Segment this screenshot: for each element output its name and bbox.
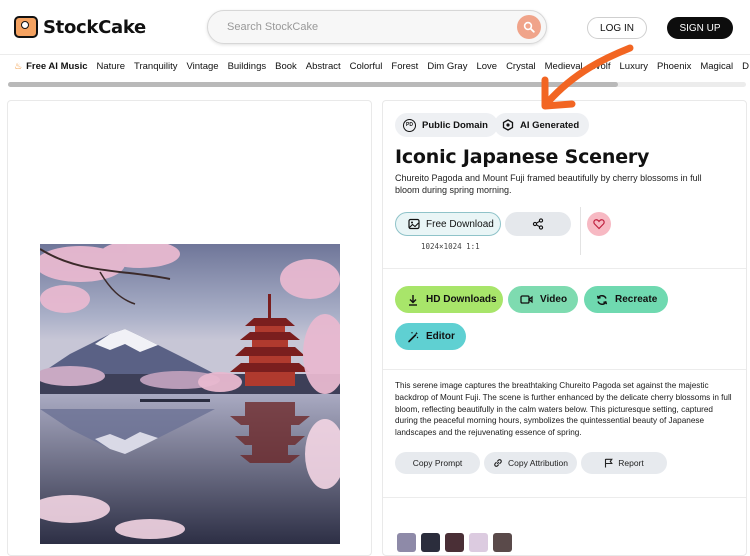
login-button[interactable]: LOG IN bbox=[587, 17, 647, 39]
logo-icon bbox=[14, 16, 38, 38]
category-item[interactable]: Love bbox=[476, 61, 497, 72]
category-item[interactable]: Tranquility bbox=[134, 61, 177, 72]
copy-attribution-label: Copy Attribution bbox=[507, 458, 568, 468]
public-domain-icon: PD bbox=[403, 118, 416, 132]
color-swatch[interactable] bbox=[421, 533, 440, 552]
share-button[interactable] bbox=[505, 212, 571, 236]
category-item[interactable]: Dim Gray bbox=[427, 61, 467, 72]
flag-icon bbox=[605, 458, 614, 468]
search-button[interactable] bbox=[517, 15, 541, 39]
video-icon bbox=[520, 295, 533, 304]
magic-wand-icon bbox=[408, 331, 419, 342]
free-download-label: Free Download bbox=[426, 218, 494, 230]
search-input[interactable]: Search StockCake bbox=[227, 21, 318, 33]
category-item[interactable]: Magical bbox=[700, 61, 733, 72]
category-featured-label: Free AI Music bbox=[26, 61, 88, 72]
copy-attribution-button[interactable]: Copy Attribution bbox=[484, 452, 577, 474]
button-divider bbox=[580, 207, 581, 255]
section-divider bbox=[383, 268, 746, 269]
category-item[interactable]: Nature bbox=[97, 61, 126, 72]
image-subtitle: Chureito Pagoda and Mount Fuji framed be… bbox=[395, 173, 702, 195]
category-item[interactable]: Buildings bbox=[228, 61, 267, 72]
annotation-arrow bbox=[541, 44, 634, 110]
image-dimensions: 1024×1024 1:1 bbox=[421, 242, 480, 251]
main-photo[interactable] bbox=[40, 244, 340, 544]
details-panel: PD Public Domain AI Generated Iconic Jap… bbox=[382, 100, 747, 556]
copy-prompt-label: Copy Prompt bbox=[412, 458, 463, 468]
public-domain-chip[interactable]: PD Public Domain bbox=[395, 113, 498, 137]
share-icon bbox=[532, 218, 544, 230]
favorite-button[interactable] bbox=[587, 212, 611, 236]
category-scrollbar-thumb[interactable] bbox=[8, 82, 618, 87]
page-title: Iconic Japanese Scenery bbox=[395, 146, 650, 168]
category-item[interactable]: D bbox=[742, 61, 749, 72]
download-icon bbox=[409, 294, 417, 306]
report-button[interactable]: Report bbox=[581, 452, 667, 474]
hd-downloads-button[interactable]: HD Downloads bbox=[395, 286, 503, 313]
editor-label: Editor bbox=[426, 331, 455, 342]
section-divider bbox=[383, 497, 746, 498]
search-bar[interactable]: Search StockCake bbox=[207, 10, 547, 44]
category-item[interactable]: Colorful bbox=[350, 61, 383, 72]
category-item[interactable]: Abstract bbox=[306, 61, 341, 72]
hd-downloads-label: HD Downloads bbox=[426, 294, 497, 305]
logo-text: StockCake bbox=[43, 16, 146, 38]
report-label: Report bbox=[618, 458, 644, 468]
color-palette bbox=[397, 533, 512, 552]
ai-chip-icon bbox=[502, 119, 514, 131]
section-divider bbox=[383, 369, 746, 370]
recreate-label: Recreate bbox=[615, 294, 658, 305]
color-swatch[interactable] bbox=[397, 533, 416, 552]
music-icon: ♨ bbox=[14, 61, 23, 71]
color-swatch[interactable] bbox=[445, 533, 464, 552]
image-icon bbox=[408, 218, 420, 230]
video-button[interactable]: Video bbox=[508, 286, 578, 313]
public-domain-label: Public Domain bbox=[422, 119, 488, 131]
category-item[interactable]: Phoenix bbox=[657, 61, 691, 72]
logo[interactable]: StockCake bbox=[14, 14, 146, 40]
ai-generated-chip[interactable]: AI Generated bbox=[494, 113, 590, 137]
signup-button[interactable]: SIGN UP bbox=[667, 17, 733, 39]
category-featured[interactable]: ♨ Free AI Music bbox=[14, 61, 88, 72]
link-icon bbox=[494, 459, 502, 467]
recreate-button[interactable]: Recreate bbox=[584, 286, 668, 313]
editor-button[interactable]: Editor bbox=[395, 323, 466, 350]
ai-generated-label: AI Generated bbox=[520, 119, 580, 131]
free-download-button[interactable]: Free Download bbox=[395, 212, 501, 236]
category-item[interactable]: Forest bbox=[391, 61, 418, 72]
copy-prompt-button[interactable]: Copy Prompt bbox=[395, 452, 480, 474]
heart-icon bbox=[593, 219, 605, 230]
category-item[interactable]: Book bbox=[275, 61, 297, 72]
search-icon bbox=[523, 21, 535, 33]
refresh-icon bbox=[596, 294, 608, 305]
image-description: This serene image captures the breathtak… bbox=[395, 381, 732, 438]
video-label: Video bbox=[540, 294, 568, 305]
color-swatch[interactable] bbox=[493, 533, 512, 552]
color-swatch[interactable] bbox=[469, 533, 488, 552]
category-item[interactable]: Vintage bbox=[187, 61, 219, 72]
